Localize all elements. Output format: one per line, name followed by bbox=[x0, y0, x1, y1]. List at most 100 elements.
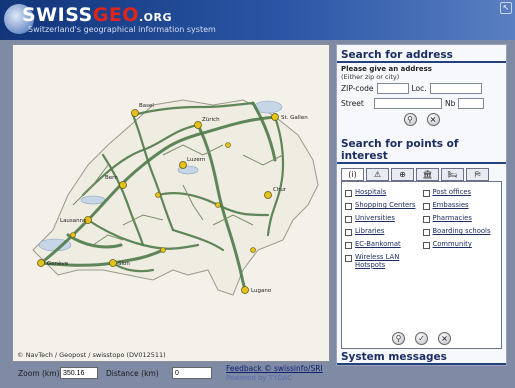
zip-label: ZIP-code bbox=[341, 84, 374, 93]
poi-tab-5[interactable]: ⛿ bbox=[466, 168, 489, 181]
checkmark-icon: ✓ bbox=[418, 334, 425, 343]
poi-label[interactable]: Embassies bbox=[433, 201, 469, 210]
address-search-button[interactable]: ⚲ bbox=[403, 113, 417, 126]
switzerland-map[interactable]: Basel Zürich St. Gallen Luzern Genève Sion Lug… bbox=[13, 45, 330, 362]
logo-swiss: SWISS bbox=[22, 4, 93, 26]
poi-checkbox[interactable] bbox=[422, 242, 430, 249]
address-buttons: ⚲ × bbox=[337, 111, 506, 128]
city-label: St. Gallen bbox=[281, 115, 308, 121]
poi-label[interactable]: EC-Bankomat bbox=[355, 240, 401, 249]
site-logo[interactable]: SWISSGEO.ORG bbox=[22, 4, 172, 26]
poi-label[interactable]: Universities bbox=[355, 214, 395, 223]
poi-tab-0[interactable]: (i) bbox=[341, 168, 364, 181]
app-header: SWISSGEO.ORG Switzerland's geographical … bbox=[0, 0, 515, 40]
number-input[interactable] bbox=[458, 98, 485, 109]
town-marker bbox=[160, 247, 166, 253]
distance-input[interactable] bbox=[172, 367, 212, 379]
poi-checkbox[interactable] bbox=[422, 203, 430, 210]
lake-neuchatel bbox=[80, 195, 106, 205]
corner-arrow-icon[interactable]: ↖ bbox=[500, 2, 512, 14]
poi-label[interactable]: Post offices bbox=[433, 188, 472, 197]
city-label: Luzern bbox=[187, 157, 206, 163]
poi-item[interactable]: Boarding schools bbox=[422, 227, 499, 236]
town-marker bbox=[250, 247, 256, 253]
poi-buttons: ⚲ ✓ × bbox=[342, 332, 501, 345]
address-section-title: Search for address bbox=[337, 45, 506, 63]
poi-tab-3[interactable]: 🏛 bbox=[416, 168, 439, 181]
poi-item[interactable]: Shopping Centers bbox=[345, 201, 421, 210]
poi-label[interactable]: Hospitals bbox=[355, 188, 386, 197]
logo-geo: GEO bbox=[92, 4, 139, 26]
close-icon: × bbox=[429, 115, 437, 124]
town-marker bbox=[225, 142, 231, 148]
poi-checkbox[interactable] bbox=[422, 190, 430, 197]
poi-label[interactable]: Boarding schools bbox=[433, 227, 491, 236]
system-messages-title: System messages bbox=[337, 347, 506, 365]
street-input[interactable] bbox=[374, 98, 442, 109]
city-label: Genève bbox=[47, 260, 69, 267]
poi-section-title: Search for points of interest bbox=[337, 134, 506, 164]
poi-tab-2[interactable]: ⊕ bbox=[391, 168, 414, 181]
city-marker bbox=[264, 191, 272, 199]
nb-label: Nb bbox=[445, 99, 456, 108]
poi-checkbox[interactable] bbox=[422, 229, 430, 236]
bottom-bar: Zoom (km) Distance (km) Feedback © swiss… bbox=[12, 364, 507, 386]
poi-label[interactable]: Pharmacies bbox=[433, 214, 472, 223]
distance-label: Distance (km) bbox=[106, 369, 159, 378]
town-marker bbox=[70, 232, 76, 238]
poi-item[interactable]: Universities bbox=[345, 214, 421, 223]
poi-checkbox[interactable] bbox=[345, 203, 352, 210]
city-marker bbox=[271, 113, 279, 121]
poi-label[interactable]: Community bbox=[433, 240, 472, 249]
poi-label[interactable]: Shopping Centers bbox=[355, 201, 416, 210]
address-hint: Please give an address bbox=[341, 65, 432, 73]
feedback-link[interactable]: Feedback © swissinfo/SRI bbox=[226, 364, 323, 373]
poi-checkbox[interactable] bbox=[345, 229, 352, 236]
system-messages: System messages bbox=[337, 347, 506, 365]
city-label: Chur bbox=[273, 187, 287, 193]
town-marker bbox=[215, 202, 221, 208]
zip-input[interactable] bbox=[376, 83, 409, 94]
poi-label[interactable]: Libraries bbox=[355, 227, 384, 236]
poi-tab-1[interactable]: ⚠ bbox=[366, 168, 389, 181]
city-marker bbox=[194, 121, 202, 129]
poi-item[interactable]: Libraries bbox=[345, 227, 421, 236]
logo-org: .ORG bbox=[138, 11, 172, 24]
city-marker bbox=[241, 286, 249, 294]
poi-clear-button[interactable]: × bbox=[438, 332, 451, 345]
map-copyright: © NavTech / Geopost / swisstopo (DV01251… bbox=[17, 351, 166, 359]
poi-search-button[interactable]: ⚲ bbox=[392, 332, 405, 345]
poi-checkbox[interactable] bbox=[422, 216, 430, 223]
poi-item[interactable]: Embassies bbox=[422, 201, 499, 210]
poi-item[interactable]: Pharmacies bbox=[422, 214, 499, 223]
locality-input[interactable] bbox=[429, 83, 482, 94]
address-clear-button[interactable]: × bbox=[426, 113, 440, 126]
poi-checkbox[interactable] bbox=[345, 242, 352, 249]
city-label: Bern bbox=[105, 175, 118, 181]
street-label: Street bbox=[341, 99, 364, 108]
poi-label[interactable]: Wireless LAN Hotspots bbox=[355, 253, 421, 269]
zip-loc-row: ZIP-code Loc. bbox=[337, 81, 506, 96]
poi-item[interactable]: Hospitals bbox=[345, 188, 421, 197]
poi-item[interactable]: Post offices bbox=[422, 188, 499, 197]
poi-grid: Hospitals Post offices Shopping Centers Emb… bbox=[342, 182, 501, 276]
poi-empty-slot bbox=[423, 254, 499, 269]
poi-item[interactable]: Wireless LAN Hotspots bbox=[345, 253, 421, 269]
poi-checkbox[interactable] bbox=[345, 190, 352, 197]
close-icon: × bbox=[441, 334, 448, 343]
poi-category-tabs: (i) ⚠ ⊕ 🏛 🛏 ⛿ bbox=[337, 164, 506, 181]
poi-confirm-button[interactable]: ✓ bbox=[415, 332, 428, 345]
search-icon: ⚲ bbox=[395, 334, 402, 343]
poi-item[interactable]: Community bbox=[422, 240, 499, 249]
zoom-label: Zoom (km) bbox=[18, 369, 60, 378]
map-view[interactable]: Basel Zürich St. Gallen Luzern Genève Sion Lug… bbox=[12, 44, 330, 362]
zoom-input[interactable] bbox=[60, 367, 98, 379]
poi-item[interactable]: EC-Bankomat bbox=[345, 240, 421, 249]
poi-checkbox[interactable] bbox=[345, 216, 352, 223]
poi-list-box: Hospitals Post offices Shopping Centers Emb… bbox=[341, 181, 502, 349]
poi-checkbox[interactable] bbox=[345, 255, 352, 262]
powered-by-link[interactable]: Powered by TYDAC bbox=[226, 374, 292, 382]
poi-tab-4[interactable]: 🛏 bbox=[441, 168, 464, 181]
site-tagline: Switzerland's geographical information s… bbox=[28, 25, 216, 34]
city-label: Zürich bbox=[202, 117, 220, 123]
